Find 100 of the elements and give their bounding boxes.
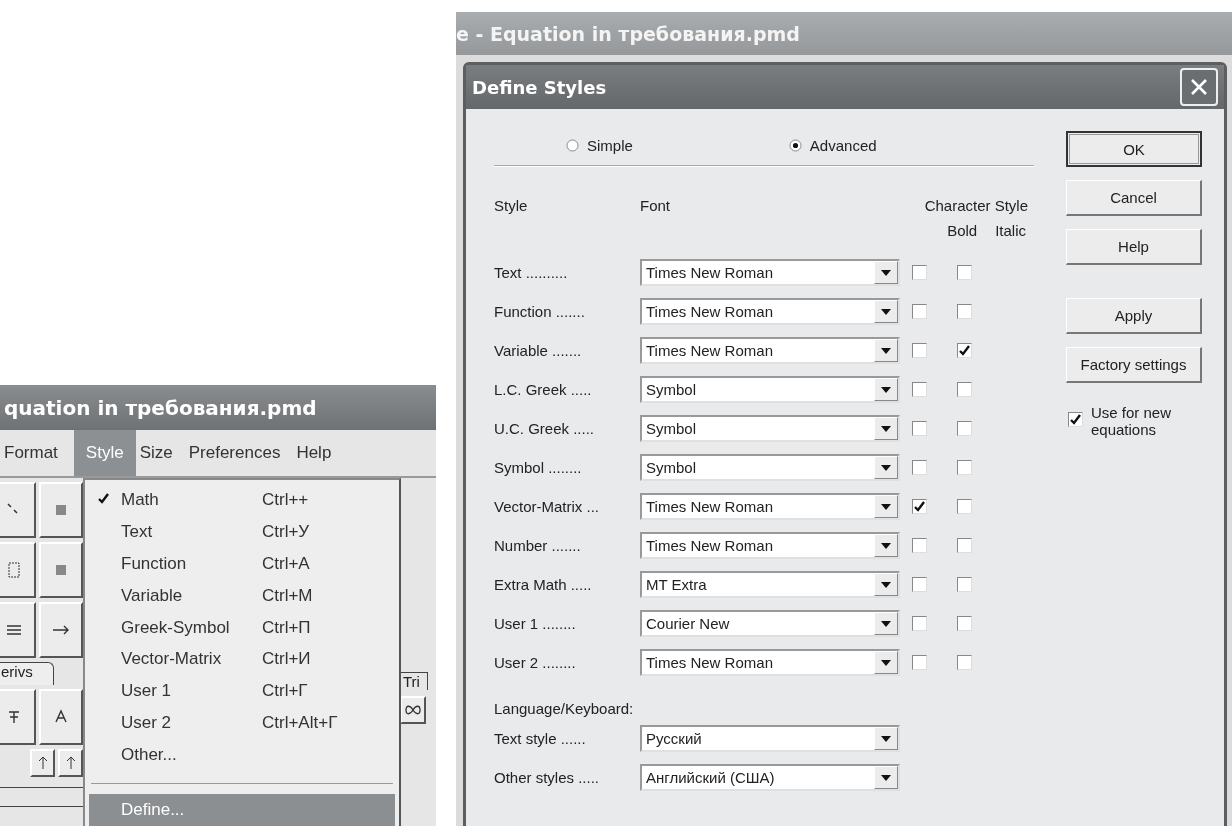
checkbox-label: Use for new equations (1091, 404, 1173, 438)
italic-checkbox[interactable] (956, 304, 972, 319)
dropdown-arrow-button[interactable] (874, 534, 898, 557)
dropdown-arrow-button[interactable] (874, 300, 898, 323)
palette-button[interactable] (39, 689, 83, 745)
style-label: User 2 ........ (494, 654, 577, 671)
menu-item[interactable]: Math Ctrl++ (85, 484, 399, 516)
palette-button[interactable] (39, 602, 83, 658)
font-dropdown[interactable]: Courier New (640, 610, 900, 637)
italic-checkbox[interactable] (956, 265, 972, 280)
font-dropdown[interactable]: Times New Roman (640, 649, 900, 676)
palette-button[interactable] (39, 482, 83, 538)
bold-checkbox[interactable] (911, 382, 927, 397)
bold-checkbox[interactable] (911, 616, 927, 631)
palette-tab[interactable]: erivs (0, 662, 54, 685)
dropdown-arrow-button[interactable] (874, 573, 898, 596)
close-button[interactable] (1180, 68, 1218, 106)
font-dropdown[interactable]: Times New Roman (640, 337, 900, 364)
style-label: Function ....... (494, 303, 586, 320)
menu-item[interactable]: Preferences (184, 430, 293, 476)
menu-item[interactable]: User 1 Ctrl+Г (85, 675, 399, 708)
dialog-button[interactable]: Help (1066, 229, 1202, 265)
palette-button[interactable] (0, 482, 36, 538)
caret-icon (881, 542, 891, 549)
caret-icon (881, 581, 891, 588)
dropdown-arrow-button[interactable] (874, 339, 898, 362)
menu-item[interactable]: Help (292, 430, 344, 476)
menu-item[interactable]: Text Ctrl+У (85, 515, 399, 548)
caret-icon (881, 503, 891, 510)
bold-checkbox[interactable] (911, 655, 927, 670)
font-dropdown[interactable]: Times New Roman (640, 259, 900, 286)
bold-checkbox[interactable] (911, 265, 927, 280)
palette-button[interactable] (39, 542, 83, 598)
bold-checkbox[interactable] (911, 460, 927, 475)
radio-button[interactable]: Advanced (788, 136, 877, 154)
bold-checkbox[interactable] (911, 538, 927, 553)
italic-checkbox[interactable] (956, 655, 972, 670)
dialog-button[interactable]: OK (1066, 131, 1202, 167)
font-dropdown[interactable]: Times New Roman (640, 298, 900, 325)
dialog-button[interactable]: Cancel (1066, 180, 1202, 216)
bold-checkbox[interactable] (911, 343, 927, 358)
palette-button[interactable] (0, 542, 36, 598)
dropdown-arrow-button[interactable] (874, 727, 898, 750)
italic-checkbox[interactable] (956, 538, 972, 553)
caret-icon (881, 620, 891, 627)
font-dropdown[interactable]: Symbol (640, 376, 900, 403)
palette-button[interactable] (30, 749, 55, 777)
menu-item[interactable]: Size (135, 430, 185, 476)
bold-checkbox[interactable] (911, 421, 927, 436)
italic-checkbox[interactable] (956, 616, 972, 631)
palette-button[interactable] (0, 602, 36, 658)
checkbox[interactable] (1068, 412, 1083, 427)
menu-item[interactable]: User 2 Ctrl+Alt+Г (85, 707, 399, 740)
radio-button[interactable]: Simple (566, 136, 633, 154)
dropdown-arrow-button[interactable] (874, 417, 898, 440)
italic-checkbox[interactable] (956, 382, 972, 397)
bold-checkbox[interactable] (911, 499, 927, 514)
dropdown-arrow-button[interactable] (874, 612, 898, 635)
style-label: Symbol ........ (494, 459, 583, 476)
menu-item[interactable]: Vector-Matrix Ctrl+И (85, 643, 399, 676)
menu-item[interactable]: Function Ctrl+А (85, 547, 399, 580)
dropdown-arrow-button[interactable] (874, 651, 898, 674)
dropdown-arrow-button[interactable] (874, 495, 898, 518)
italic-checkbox[interactable] (956, 460, 972, 475)
italic-checkbox[interactable] (956, 421, 972, 436)
checkmark-icon (912, 500, 926, 513)
dropdown-arrow-button[interactable] (874, 261, 898, 284)
caret-icon (881, 269, 891, 276)
palette-button[interactable] (400, 696, 426, 724)
style-label: Vector-Matrix ... (494, 498, 601, 515)
menu-item[interactable]: Greek-Symbol Ctrl+П (85, 611, 399, 644)
section-heading: Language/Keyboard: (494, 700, 635, 717)
column-header: Character Style (923, 197, 1029, 214)
checkmark-icon (1069, 413, 1082, 426)
dropdown-arrow-button[interactable] (874, 456, 898, 479)
style-label: U.C. Greek ..... (494, 420, 596, 437)
language-dropdown[interactable]: Английский (США) (640, 764, 900, 791)
font-dropdown[interactable]: Symbol (640, 415, 900, 442)
menu-item[interactable]: Format (0, 430, 70, 476)
bold-checkbox[interactable] (911, 304, 927, 319)
dialog-button[interactable]: Apply (1066, 298, 1202, 334)
caret-icon (881, 386, 891, 393)
font-dropdown[interactable]: Symbol (640, 454, 900, 481)
palette-button[interactable] (58, 749, 83, 777)
dialog-button[interactable]: Factory settings (1066, 347, 1202, 383)
language-dropdown[interactable]: Русский (640, 725, 900, 752)
font-dropdown[interactable]: Times New Roman (640, 493, 900, 520)
font-dropdown[interactable]: MT Extra (640, 571, 900, 598)
dropdown-arrow-button[interactable] (874, 378, 898, 401)
italic-checkbox[interactable] (956, 577, 972, 592)
italic-checkbox[interactable] (956, 499, 972, 514)
bold-checkbox[interactable] (911, 577, 927, 592)
menu-item[interactable]: Other... (85, 739, 399, 772)
dropdown-arrow-button[interactable] (874, 766, 898, 789)
column-header: Bold (947, 222, 978, 239)
menu-item[interactable]: Variable Ctrl+М (85, 579, 399, 612)
palette-button[interactable] (0, 689, 36, 745)
font-dropdown[interactable]: Times New Roman (640, 532, 900, 559)
italic-checkbox[interactable] (956, 343, 972, 358)
checkmark-icon (96, 491, 110, 505)
